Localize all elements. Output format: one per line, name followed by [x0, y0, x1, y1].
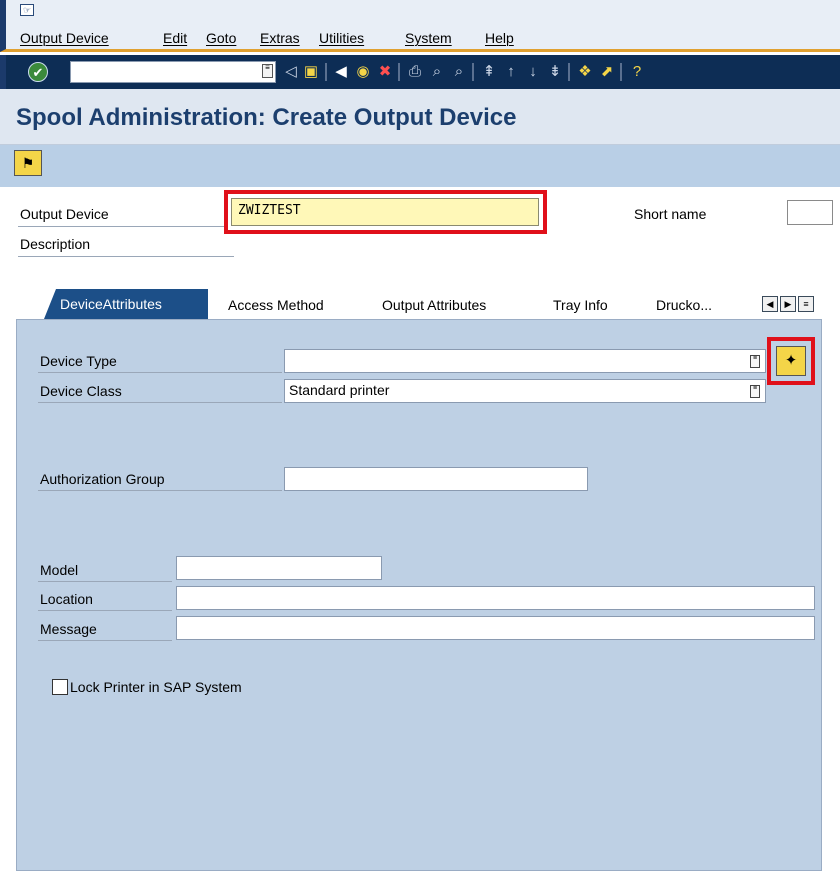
location-label: Location — [40, 591, 93, 607]
output-device-highlight — [224, 190, 547, 234]
label-underline — [18, 256, 234, 257]
find-icon[interactable]: ⌕ — [428, 62, 446, 82]
tab-scroll-right-icon[interactable]: ▶ — [780, 296, 796, 312]
toolbar-separator — [620, 63, 622, 81]
device-type-dropdown-icon[interactable]: ≡ — [750, 355, 760, 368]
print-icon[interactable]: ⎙ — [406, 62, 424, 82]
description-label: Description — [20, 236, 91, 252]
check-icon[interactable]: ✔ — [28, 62, 48, 82]
label-underline — [38, 402, 282, 403]
save-icon[interactable]: ▣ — [302, 62, 320, 82]
last-page-icon[interactable]: ⇟ — [546, 62, 564, 82]
tab-list-icon[interactable]: ≡ — [798, 296, 814, 312]
device-type-label: Device Type — [40, 353, 117, 369]
wizard-icon[interactable]: ⚑ — [14, 150, 42, 176]
authorization-group-label: Authorization Group — [40, 471, 165, 487]
short-name-label: Short name — [634, 206, 707, 222]
toolbar-separator — [398, 63, 400, 81]
short-name-field[interactable] — [787, 200, 833, 225]
previous-page-icon[interactable]: ↑ — [502, 62, 520, 82]
find-next-icon[interactable]: ⌕ — [450, 62, 468, 82]
toolbar-separator — [325, 63, 327, 81]
lock-printer-label: Lock Printer in SAP System — [70, 679, 242, 695]
back-icon[interactable]: ◀ — [332, 62, 350, 82]
tab-output-attributes[interactable]: Output Attributes — [366, 292, 531, 319]
menu-goto[interactable]: Goto — [206, 30, 236, 46]
lock-printer-checkbox[interactable] — [52, 679, 68, 695]
cancel-icon[interactable]: ✖ — [376, 62, 394, 82]
page-title: Spool Administration: Create Output Devi… — [16, 104, 517, 131]
menu-output-device[interactable]: Output Device — [20, 30, 109, 46]
model-field[interactable] — [176, 556, 382, 580]
message-label: Message — [40, 621, 97, 637]
first-page-icon[interactable]: ⇞ — [480, 62, 498, 82]
back-arrow-icon[interactable]: ◁ — [282, 62, 300, 82]
tab-device-attributes[interactable]: DeviceAttributes — [44, 289, 208, 319]
command-field[interactable] — [70, 61, 276, 83]
application-toolbar — [0, 145, 840, 187]
device-class-dropdown-icon[interactable]: ≡ — [750, 385, 760, 398]
wizard-button-highlight — [767, 337, 815, 385]
help-icon[interactable]: ? — [628, 62, 646, 82]
tab-access-method[interactable]: Access Method — [212, 292, 360, 319]
menu-system[interactable]: System — [405, 30, 452, 46]
location-field[interactable] — [176, 586, 815, 610]
model-label: Model — [40, 562, 79, 578]
system-menu-icon[interactable]: ☞ — [20, 4, 34, 16]
label-underline — [18, 226, 226, 227]
tab-tray-info[interactable]: Tray Info — [537, 292, 634, 319]
toolbar-separator — [472, 63, 474, 81]
tab-drucko[interactable]: Drucko... — [640, 292, 732, 319]
menu-utilities[interactable]: Utilities — [319, 30, 364, 46]
device-type-field[interactable]: ≡ — [284, 349, 766, 373]
output-device-label: Output Device — [20, 206, 109, 222]
history-dropdown-icon[interactable]: ≡ — [262, 64, 273, 78]
tab-scroll-left-icon[interactable]: ◀ — [762, 296, 778, 312]
shortcut-icon[interactable]: ⬈ — [598, 62, 616, 82]
label-underline — [38, 610, 172, 611]
label-underline — [38, 372, 282, 373]
device-class-field[interactable]: Standard printer ≡ — [284, 379, 766, 403]
exit-icon[interactable]: ◉ — [354, 62, 372, 82]
menu-edit[interactable]: Edit — [163, 30, 187, 46]
menu-help[interactable]: Help — [485, 30, 514, 46]
device-class-value: Standard printer — [289, 382, 390, 398]
label-underline — [38, 640, 172, 641]
device-class-label: Device Class — [40, 383, 122, 399]
toolbar-separator — [568, 63, 570, 81]
authorization-group-field[interactable] — [284, 467, 588, 491]
next-page-icon[interactable]: ↓ — [524, 62, 542, 82]
label-underline — [38, 490, 282, 491]
message-field[interactable] — [176, 616, 815, 640]
menu-extras[interactable]: Extras — [260, 30, 300, 46]
create-session-icon[interactable]: ❖ — [576, 62, 594, 82]
label-underline — [38, 581, 172, 582]
